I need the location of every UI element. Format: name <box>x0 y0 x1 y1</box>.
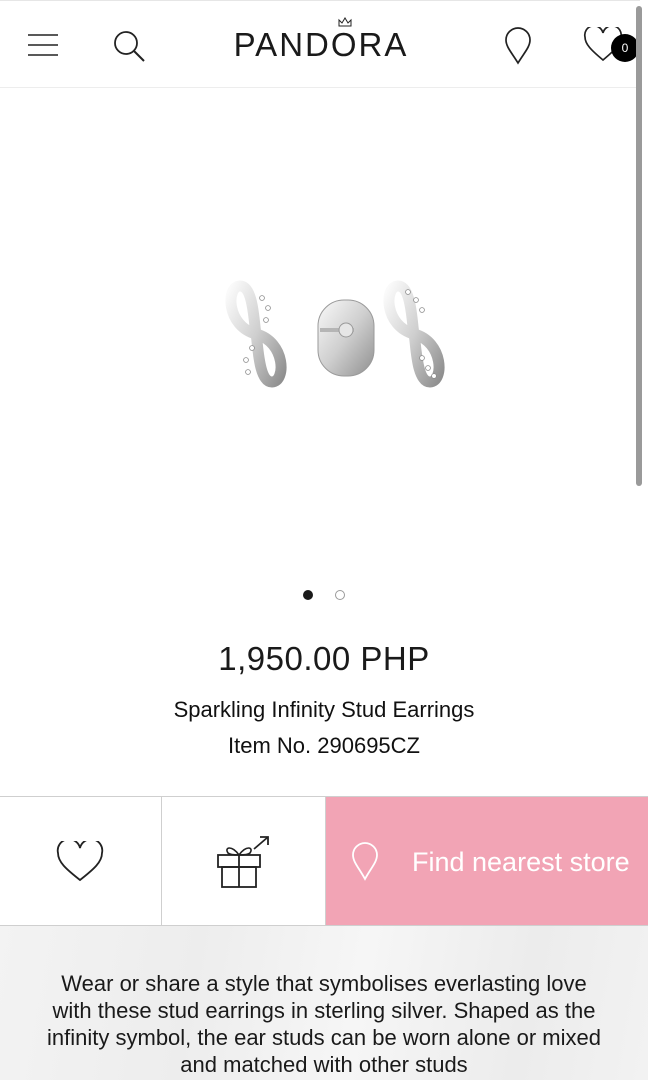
product-name: Sparkling Infinity Stud Earrings <box>173 697 475 722</box>
share-gift-button[interactable] <box>162 797 326 925</box>
logo-text: PANDORA <box>233 26 409 63</box>
location-pin-icon <box>352 842 378 881</box>
add-to-wishlist-button[interactable] <box>0 797 162 925</box>
search-icon[interactable] <box>111 28 147 64</box>
product-description: Wear or share a style that symbolises ev… <box>47 971 601 1077</box>
product-description-panel: Wear or share a style that symbolises ev… <box>0 926 648 1080</box>
gallery-dot-2[interactable] <box>335 589 346 600</box>
site-header: PANDORA 0 <box>0 0 640 88</box>
find-nearest-store-button[interactable]: Find nearest store <box>326 797 648 925</box>
item-number: Item No. 290695CZ <box>228 733 420 758</box>
menu-icon[interactable] <box>28 33 58 57</box>
brand-logo[interactable]: PANDORA <box>228 17 414 67</box>
crown-icon <box>338 17 352 27</box>
wishlist-count-badge: 0 <box>611 34 639 62</box>
gift-share-icon <box>217 836 269 888</box>
product-price: 1,950.00 PHP <box>218 640 430 677</box>
gallery-dot-1[interactable] <box>302 589 313 600</box>
gallery-pagination <box>0 586 648 600</box>
heart-icon <box>56 841 104 882</box>
product-actions: Find nearest store <box>0 796 648 926</box>
store-locator-icon[interactable] <box>503 27 533 65</box>
product-gallery[interactable] <box>0 88 640 558</box>
find-nearest-store-label: Find nearest store <box>412 847 630 877</box>
product-image <box>225 280 445 388</box>
